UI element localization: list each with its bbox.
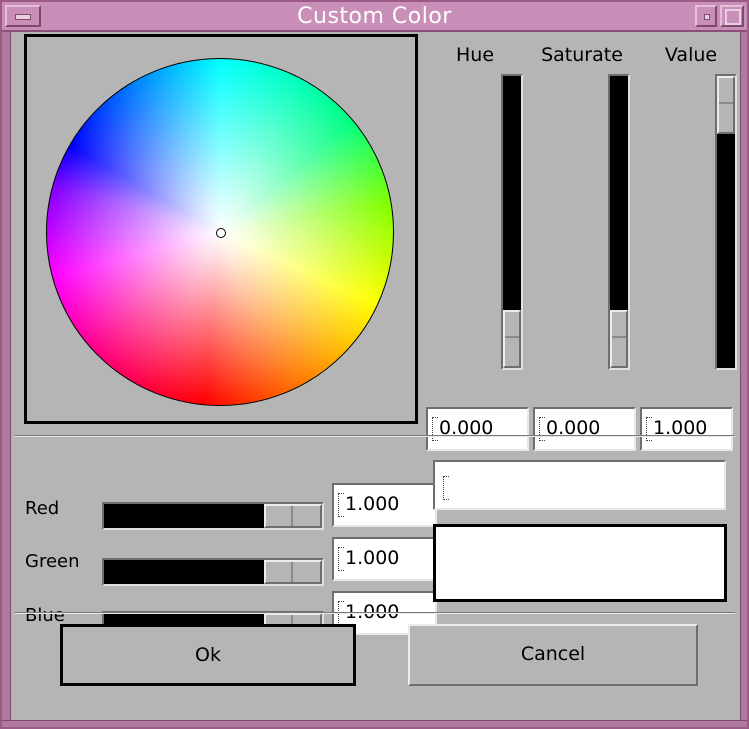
divider: [14, 435, 735, 437]
window-title: Custom Color: [297, 4, 452, 29]
hue-slider[interactable]: [501, 74, 523, 370]
red-field[interactable]: 1.000: [332, 483, 437, 527]
color-preview-swatch: [433, 524, 727, 602]
value-label: Value: [664, 44, 718, 66]
maximize-button[interactable]: [720, 5, 744, 27]
saturate-label: Saturate: [541, 44, 623, 66]
color-wheel[interactable]: [46, 58, 394, 406]
hue-slider-thumb[interactable]: [503, 310, 521, 368]
blue-label: Blue: [25, 605, 65, 626]
window-frame-bottom[interactable]: [2, 720, 747, 727]
caret-icon: [443, 476, 449, 500]
caret-icon: [338, 492, 344, 517]
value-field[interactable]: 1.000: [640, 407, 733, 451]
red-label: Red: [25, 498, 60, 519]
green-label: Green: [25, 551, 80, 572]
value-slider-thumb[interactable]: [717, 76, 735, 134]
color-name-field[interactable]: [433, 460, 726, 510]
value-slider[interactable]: [715, 74, 737, 370]
minimize-icon: [704, 14, 710, 20]
divider: [14, 612, 735, 614]
maximize-icon: [725, 9, 741, 25]
red-value: 1.000: [345, 493, 400, 515]
saturate-field[interactable]: 0.000: [533, 407, 636, 451]
color-wheel-marker[interactable]: [216, 228, 226, 238]
red-slider[interactable]: [102, 502, 324, 530]
green-slider-thumb[interactable]: [264, 560, 322, 584]
window-frame-left[interactable]: [2, 32, 11, 727]
ok-button[interactable]: Ok: [60, 624, 356, 686]
custom-color-dialog: Custom Color Hue Saturate Value 0.000 0.…: [0, 0, 749, 729]
saturate-slider[interactable]: [608, 74, 630, 370]
saturate-slider-thumb[interactable]: [610, 310, 628, 368]
green-field[interactable]: 1.000: [332, 537, 437, 581]
green-value: 1.000: [345, 547, 400, 569]
red-slider-thumb[interactable]: [264, 504, 322, 528]
color-wheel-panel: [24, 34, 418, 424]
green-slider[interactable]: [102, 558, 324, 586]
cancel-button[interactable]: Cancel: [408, 624, 698, 686]
window-frame-right[interactable]: [740, 32, 747, 727]
caret-icon: [338, 546, 344, 571]
minimize-button[interactable]: [695, 5, 717, 27]
title-bar[interactable]: Custom Color: [2, 2, 747, 32]
hue-field[interactable]: 0.000: [426, 407, 529, 451]
hue-label: Hue: [455, 44, 495, 66]
